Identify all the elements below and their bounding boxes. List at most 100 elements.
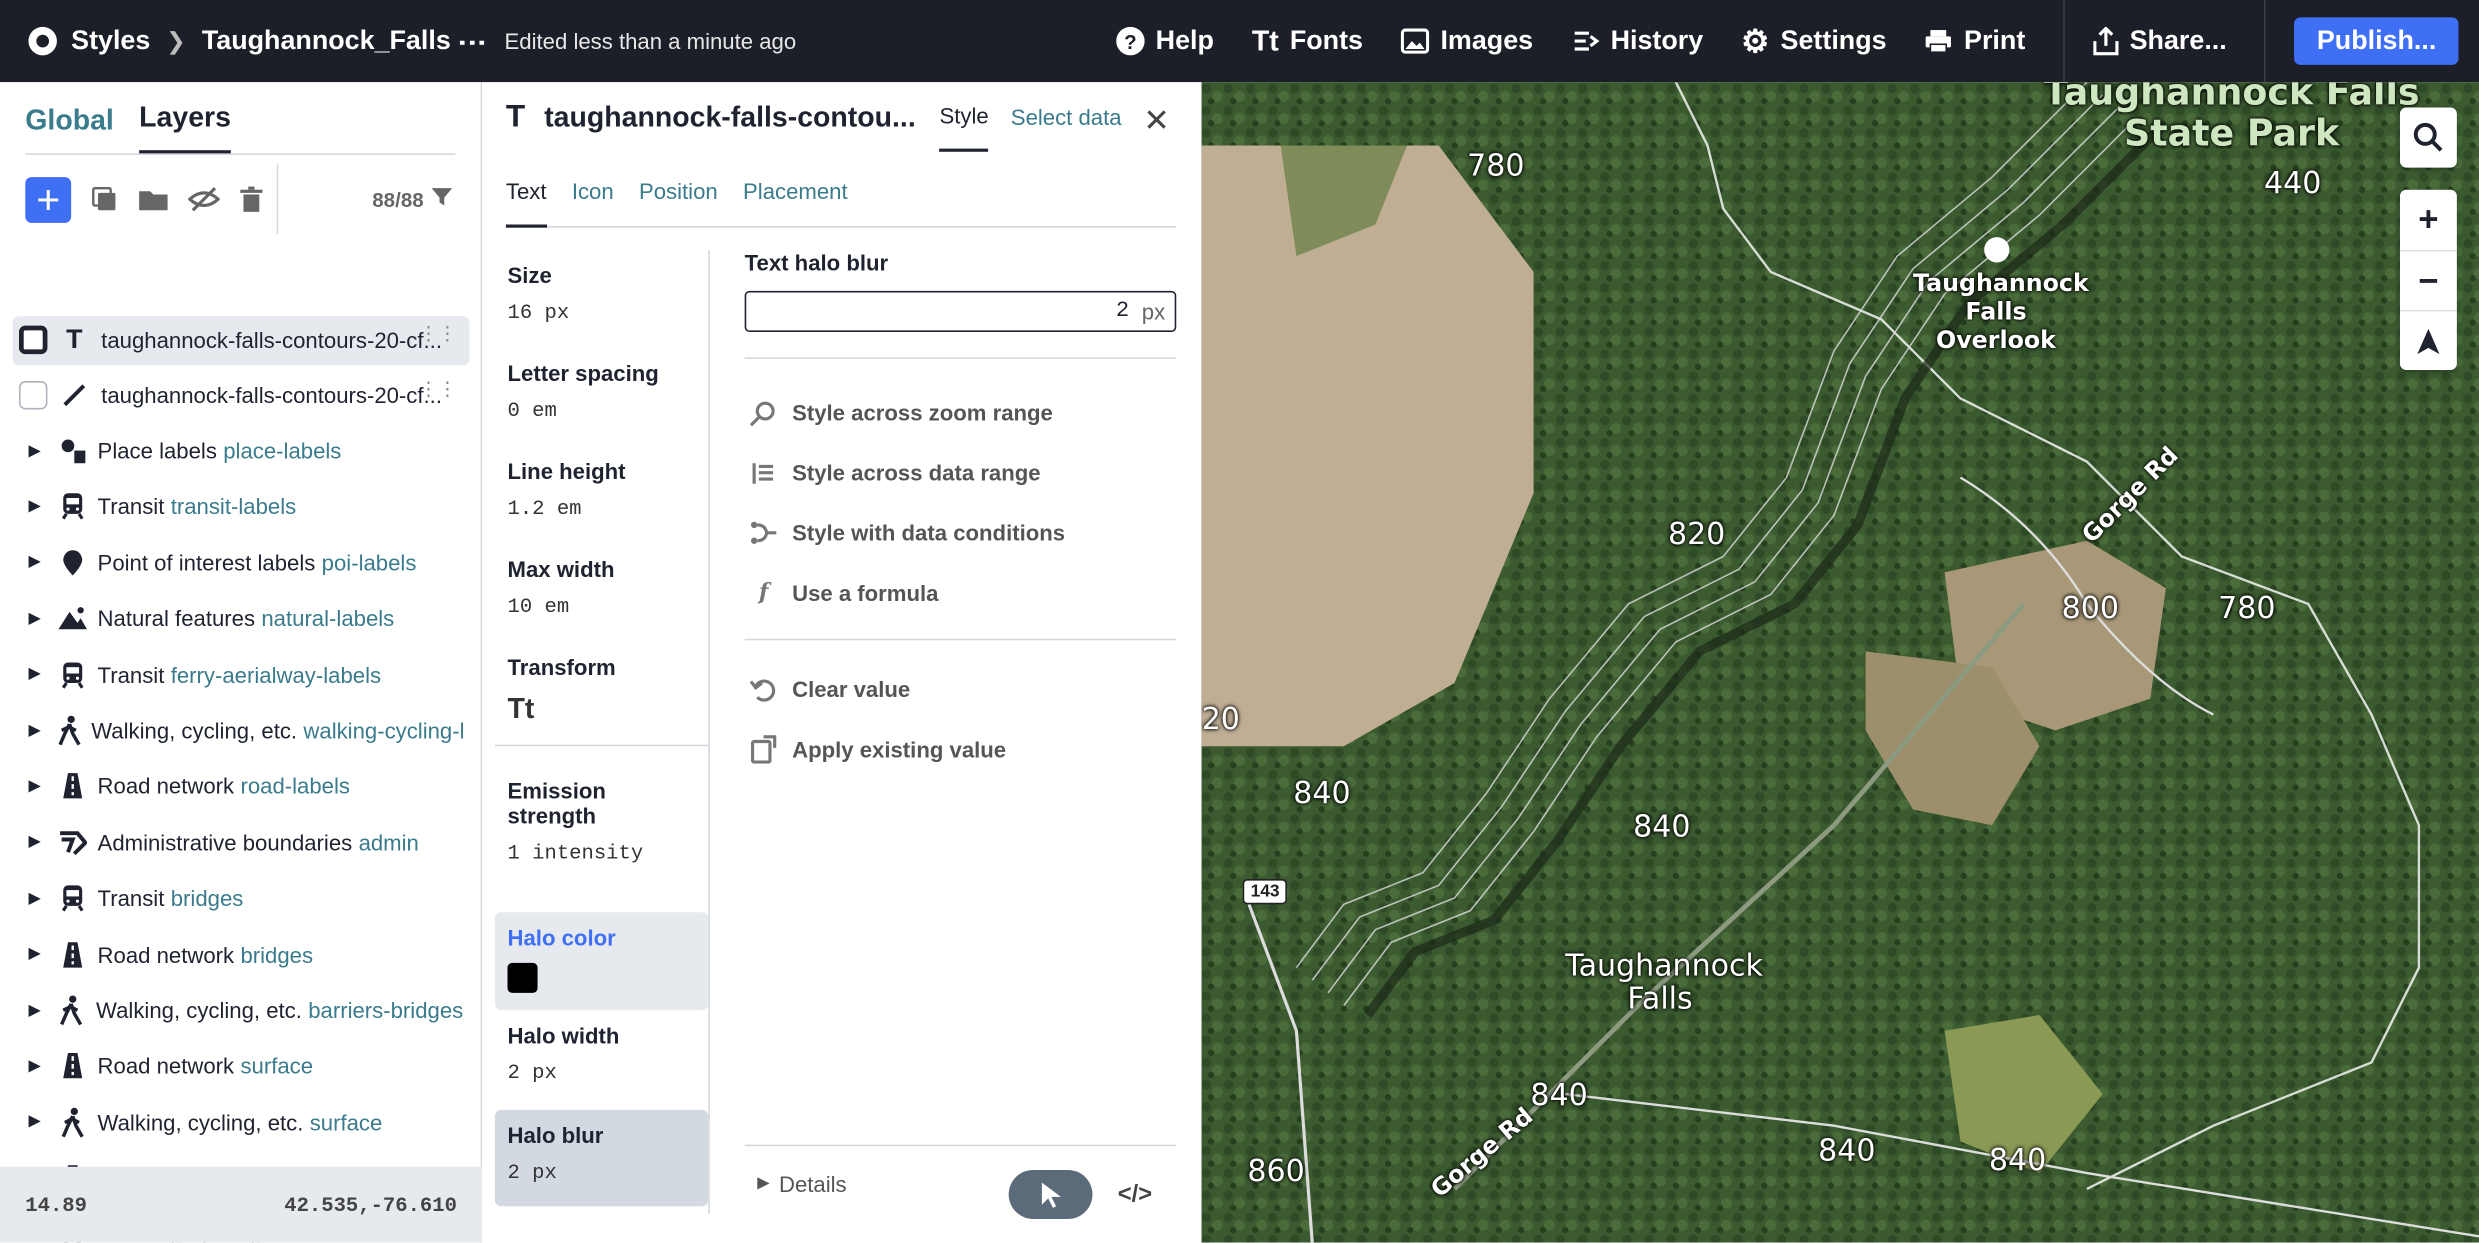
- expand-triangle-icon[interactable]: ▶: [28, 498, 40, 515]
- zoom-out-icon[interactable]: −: [2399, 249, 2457, 310]
- tab-text[interactable]: Text: [505, 177, 547, 228]
- property-size[interactable]: Size 16 px: [495, 250, 708, 337]
- property-line-height[interactable]: Line height 1.2 em: [495, 446, 708, 533]
- add-layer-button[interactable]: +: [25, 176, 72, 223]
- expand-triangle-icon[interactable]: ▶: [28, 554, 40, 571]
- tab-position[interactable]: Position: [639, 177, 718, 226]
- search-icon[interactable]: [2400, 108, 2457, 168]
- style-across-data-button[interactable]: Style across data range: [745, 443, 1177, 503]
- layer-group[interactable]: ▶ Transit bridges: [0, 875, 463, 922]
- property-halo-color[interactable]: Halo color: [494, 912, 709, 1011]
- expand-triangle-icon[interactable]: ▶: [28, 610, 40, 627]
- halo-blur-input[interactable]: 2 px: [744, 290, 1177, 333]
- publish-button[interactable]: Publish...: [2294, 17, 2459, 65]
- layer-group[interactable]: ▶ Administrative boundaries admin: [0, 819, 463, 866]
- layer-group[interactable]: ▶ Walking, cycling, etc. surface: [0, 1098, 463, 1145]
- property-halo-blur[interactable]: Halo blur 2 px: [494, 1109, 709, 1207]
- details-toggle[interactable]: ▶ Details: [757, 1171, 846, 1196]
- tab-select-data[interactable]: Select data: [1011, 82, 1122, 152]
- expand-triangle-icon[interactable]: ▶: [28, 778, 40, 795]
- tab-global[interactable]: Global: [25, 104, 114, 153]
- layer-group[interactable]: ▶ Point of interest labels poi-labels: [0, 539, 463, 586]
- property-max-width[interactable]: Max width 10 em: [495, 544, 708, 631]
- layer-group[interactable]: ▶ Road network road-labels: [0, 763, 463, 810]
- property-tabs: Text Icon Position Placement: [505, 177, 1177, 228]
- close-icon[interactable]: ✕: [1143, 101, 1170, 141]
- walking-icon: [56, 994, 86, 1026]
- map-search-control[interactable]: [2399, 107, 2457, 168]
- apply-existing-value-button[interactable]: Apply existing value: [745, 719, 1177, 779]
- contour-label: 860: [1247, 1154, 1305, 1189]
- layer-group-id: place-labels: [223, 437, 342, 464]
- layer-group[interactable]: ▶ Transit transit-labels: [0, 483, 463, 530]
- property-halo-width[interactable]: Halo width 2 px: [495, 1010, 708, 1097]
- expand-triangle-icon[interactable]: ▶: [28, 442, 40, 459]
- app-logo-icon[interactable]: [28, 26, 57, 56]
- line-layer-icon: [57, 383, 92, 408]
- drag-handle-icon[interactable]: ⋮⋮: [419, 324, 457, 343]
- top-bar: Styles ❯ Taughannock_Falls ⋮ Edited less…: [0, 0, 2479, 83]
- pointer-mode-button[interactable]: [1008, 1169, 1093, 1219]
- tab-placement[interactable]: Placement: [743, 177, 848, 226]
- zoom-in-icon[interactable]: +: [2400, 190, 2457, 250]
- expand-triangle-icon[interactable]: ▶: [28, 890, 40, 907]
- map-canvas[interactable]: Taughannock Falls State Park Taughannock…: [1201, 82, 2479, 1243]
- tab-layers[interactable]: Layers: [139, 101, 231, 154]
- expand-triangle-icon[interactable]: ▶: [28, 722, 40, 739]
- property-letter-spacing[interactable]: Letter spacing 0 em: [495, 348, 708, 435]
- apply-icon: [745, 735, 783, 764]
- code-view-icon[interactable]: </>: [1118, 1181, 1152, 1208]
- duplicate-icon[interactable]: [90, 185, 118, 213]
- use-formula-button[interactable]: f Use a formula: [745, 563, 1177, 623]
- layer-group[interactable]: ▶ Road network bridges: [0, 931, 463, 978]
- style-data-conditions-button[interactable]: Style with data conditions: [745, 503, 1177, 563]
- breadcrumb-styles[interactable]: Styles: [71, 25, 150, 57]
- settings-button[interactable]: ⚙ Settings: [1741, 21, 1886, 61]
- layer-row[interactable]: taughannock-falls-contours-20-cf... ⋮⋮: [0, 372, 482, 419]
- expand-triangle-icon[interactable]: ▶: [28, 1002, 40, 1019]
- trash-icon[interactable]: [239, 185, 264, 213]
- layer-count[interactable]: 88/88: [372, 187, 453, 212]
- layer-group-id: ferry-aerialway-labels: [170, 661, 382, 688]
- tab-style[interactable]: Style: [939, 82, 989, 152]
- layer-checkbox[interactable]: [18, 325, 48, 355]
- hide-icon[interactable]: [188, 187, 220, 212]
- expand-triangle-icon[interactable]: ▶: [28, 946, 40, 963]
- layer-checkbox[interactable]: [18, 381, 48, 410]
- print-button[interactable]: Print: [1925, 25, 2025, 57]
- style-across-zoom-button[interactable]: Style across zoom range: [745, 383, 1177, 443]
- layer-row[interactable]: T taughannock-falls-contours-20-cf... ⋮⋮: [0, 316, 482, 363]
- expand-triangle-icon[interactable]: ▶: [28, 1113, 40, 1130]
- layer-group-id: surface: [309, 1109, 383, 1135]
- property-transform[interactable]: Transform Tt: [495, 642, 708, 738]
- expand-triangle-icon[interactable]: ▶: [28, 834, 40, 851]
- layer-group[interactable]: ▶ Transit ferry-aerialway-labels: [0, 651, 463, 698]
- folder-icon[interactable]: [138, 187, 170, 212]
- divider: [2063, 0, 2065, 83]
- expand-triangle-icon[interactable]: ▶: [28, 666, 40, 683]
- fonts-button[interactable]: Tt Fonts: [1252, 25, 1363, 58]
- property-emission-strength[interactable]: Emission strength 1 intensity: [495, 765, 708, 877]
- expand-triangle-icon[interactable]: ▶: [28, 1058, 40, 1075]
- images-button[interactable]: Images: [1400, 25, 1533, 57]
- history-button[interactable]: History: [1571, 25, 1703, 57]
- share-button[interactable]: Share...: [2093, 25, 2227, 57]
- more-options-icon[interactable]: ⋮: [457, 28, 489, 55]
- drag-handle-icon[interactable]: ⋮⋮: [419, 379, 457, 398]
- layer-group[interactable]: ▶ Walking, cycling, etc.walking-cycling-l…: [0, 707, 463, 754]
- layer-title[interactable]: taughannock-falls-contou...: [544, 100, 917, 133]
- help-button[interactable]: ? Help: [1116, 25, 1214, 57]
- layer-group[interactable]: ▶ Walking, cycling, etc. barriers-bridges: [0, 987, 463, 1034]
- style-title[interactable]: Taughannock_Falls: [202, 25, 451, 57]
- tab-icon[interactable]: Icon: [572, 177, 614, 226]
- layer-group-name: Road network: [97, 773, 235, 800]
- status-bar: 14.89 42.535,-76.610: [0, 1166, 483, 1243]
- layer-group[interactable]: ▶ Road network surface: [0, 1042, 463, 1089]
- layer-group[interactable]: ▶ Place labels place-labels: [0, 427, 463, 474]
- halo-color-swatch[interactable]: [507, 962, 538, 993]
- layer-group[interactable]: ▶ Natural features natural-labels: [0, 595, 463, 642]
- layer-name: taughannock-falls-contours-20-cf...: [101, 382, 442, 408]
- zoom-range-icon: [745, 398, 783, 427]
- clear-value-button[interactable]: Clear value: [745, 659, 1177, 719]
- compass-icon[interactable]: [2399, 309, 2457, 370]
